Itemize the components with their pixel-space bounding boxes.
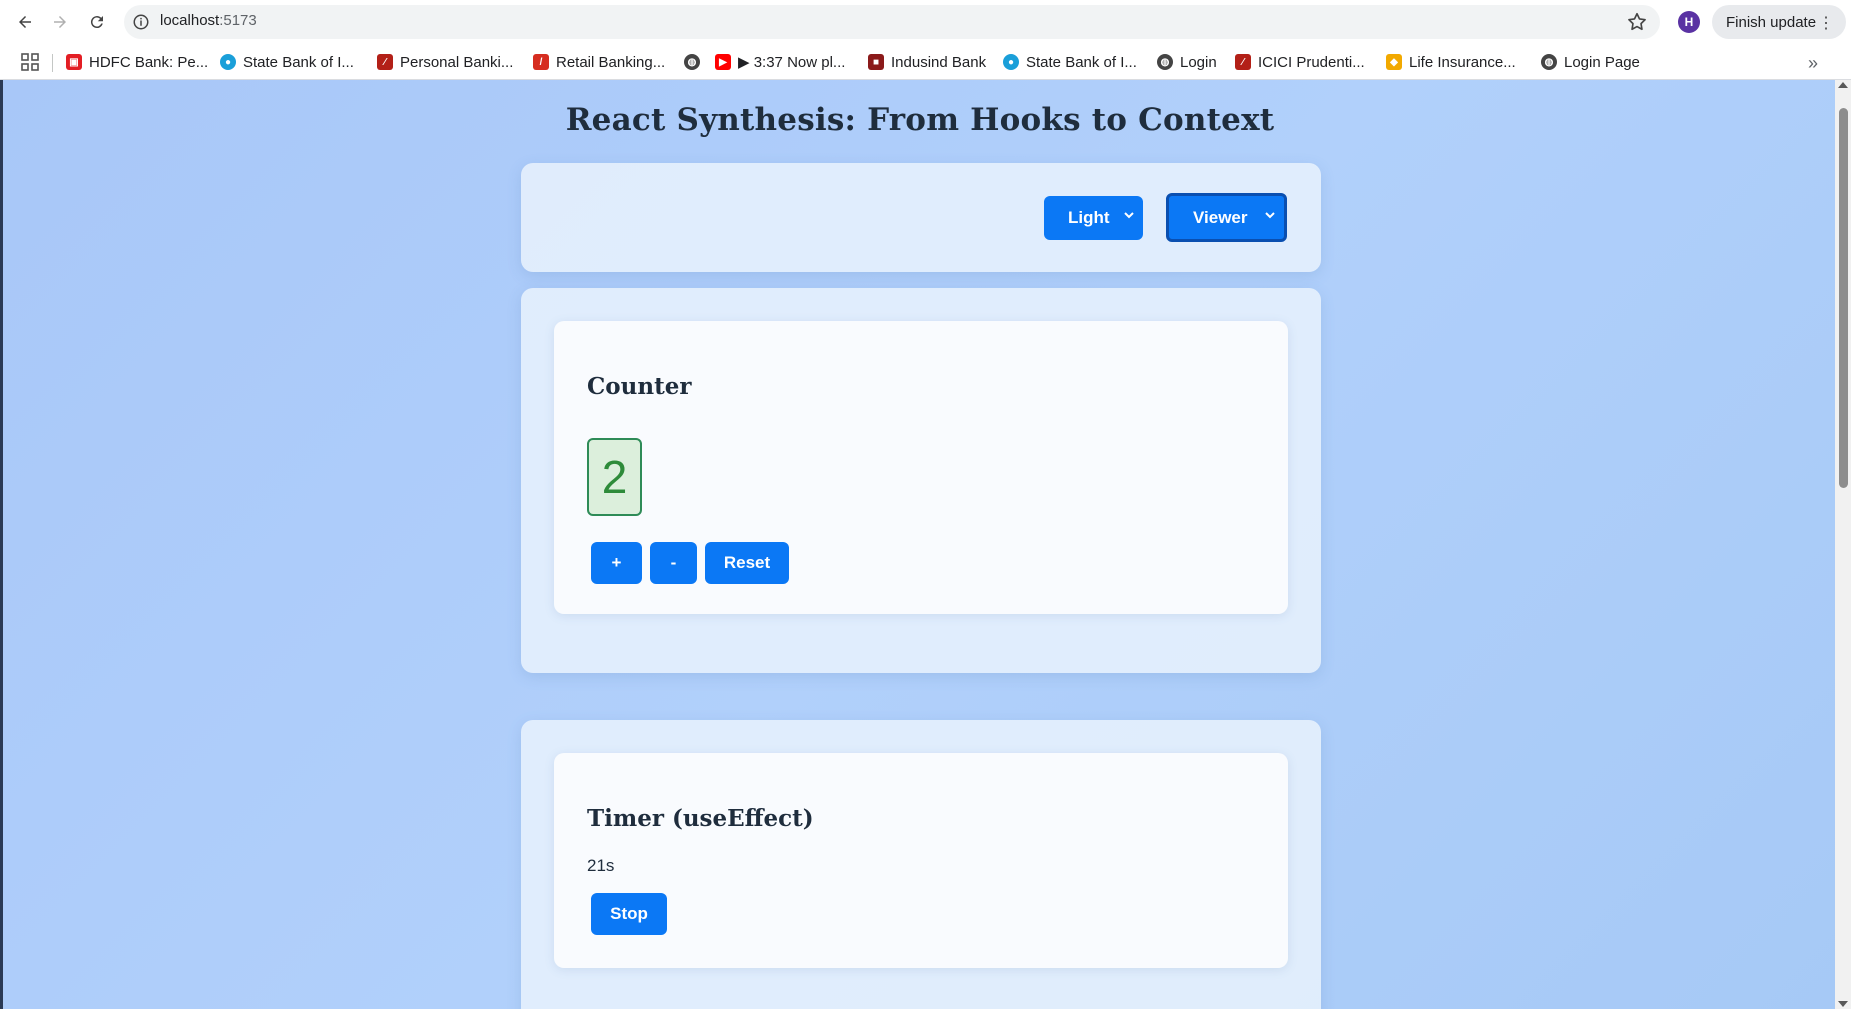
globe-icon: ◍ (1541, 54, 1557, 70)
back-arrow-icon (19, 16, 31, 28)
stop-button[interactable]: Stop (591, 893, 667, 935)
bookmark-label: ▶ 3:37 Now pl... (738, 54, 846, 71)
bookmark-label: HDFC Bank: Pe... (89, 53, 209, 71)
bookmarks-separator (52, 54, 53, 72)
browser-toolbar: localhost:5173 H Finish update ⋮ (0, 0, 1851, 44)
bookmark-item[interactable]: / Retail Banking... (533, 51, 665, 73)
theme-select[interactable]: Light (1044, 196, 1143, 240)
decrement-button[interactable]: - (650, 542, 697, 584)
counter-title: Counter (587, 373, 692, 400)
profile-avatar[interactable]: H (1678, 11, 1700, 33)
lic-icon: ◆ (1386, 54, 1402, 70)
role-select-value: Viewer (1193, 207, 1248, 227)
bookmark-item[interactable]: ● State Bank of I... (1003, 51, 1137, 73)
window-edge (0, 80, 3, 1009)
indusind-icon: ■ (868, 54, 884, 70)
timer-panel: Timer (useEffect) 21s Stop (521, 720, 1321, 1009)
kebab-menu-icon: ⋮ (1818, 15, 1834, 32)
page-viewport: React Synthesis: From Hooks to Context L… (0, 80, 1851, 1009)
url-text: localhost:5173 (160, 12, 257, 29)
sbi-icon: ● (220, 54, 236, 70)
finish-update-button[interactable]: Finish update ⋮ (1712, 5, 1846, 39)
role-select[interactable]: Viewer (1166, 193, 1287, 242)
page-title: React Synthesis: From Hooks to Context (565, 102, 1275, 138)
bookmark-item[interactable]: ▣ HDFC Bank: Pe... (66, 51, 208, 73)
slash-icon: / (533, 54, 549, 70)
bookmark-item[interactable]: ◍ Login Page (1541, 51, 1640, 73)
bookmark-label: Personal Banki... (400, 53, 514, 71)
increment-button[interactable]: + (591, 542, 642, 584)
theme-select-value: Light (1068, 208, 1110, 227)
globe-icon: ◍ (1157, 54, 1173, 70)
back-button[interactable] (13, 10, 37, 34)
bookmark-label: Login (1180, 53, 1217, 71)
bookmark-label: ICICI Prudenti... (1258, 53, 1365, 71)
youtube-icon: ▶ (715, 54, 731, 70)
bookmark-item[interactable]: ◍ (684, 51, 707, 73)
url-host: localhost (160, 12, 220, 29)
counter-value: 2 (587, 438, 642, 516)
icici-icon: ⁄ (377, 54, 393, 70)
finish-update-label: Finish update (1726, 13, 1817, 31)
counter-panel: Counter 2 + - Reset (521, 288, 1321, 673)
forward-arrow-icon (54, 16, 66, 28)
counter-card: Counter 2 + - Reset (554, 321, 1288, 614)
url-port: :5173 (219, 12, 257, 29)
bookmark-label: Login Page (1564, 53, 1640, 71)
page-scrollbar[interactable] (1835, 80, 1851, 1009)
bookmark-item[interactable]: ⁄ Personal Banki... (377, 51, 513, 73)
controls-panel: Light Viewer (521, 163, 1321, 272)
bookmark-label: Retail Banking... (556, 53, 666, 71)
bookmarks-bar: ▣ HDFC Bank: Pe... ● State Bank of I... ⁄ Per… (0, 44, 1851, 80)
bookmark-label: State Bank of I... (243, 53, 354, 71)
forward-button[interactable] (48, 10, 72, 34)
scroll-down-icon[interactable] (1838, 1001, 1848, 1007)
more-bookmarks-icon[interactable]: » (1808, 53, 1818, 74)
bookmark-label: Life Insurance... (1409, 53, 1516, 71)
bookmark-item[interactable]: ■ Indusind Bank (868, 51, 986, 73)
bookmark-star-icon[interactable] (1626, 11, 1648, 33)
globe-icon: ◍ (684, 54, 700, 70)
reload-button[interactable] (85, 10, 109, 34)
bookmark-item[interactable]: ◍ Login (1157, 51, 1217, 73)
scroll-up-icon[interactable] (1838, 82, 1848, 88)
bookmark-item[interactable]: ▶ ▶ 3:37 Now pl... (715, 51, 845, 73)
apps-grid-icon[interactable] (20, 52, 40, 72)
timer-title: Timer (useEffect) (587, 805, 814, 832)
reset-button[interactable]: Reset (705, 542, 789, 584)
bookmark-label: State Bank of I... (1026, 53, 1137, 71)
scroll-thumb[interactable] (1839, 108, 1848, 488)
site-info-icon[interactable] (132, 13, 150, 31)
timer-elapsed: 21s (587, 856, 615, 875)
address-bar[interactable] (124, 5, 1660, 39)
sbi-icon: ● (1003, 54, 1019, 70)
hdfc-icon: ▣ (66, 54, 82, 70)
bookmark-item[interactable]: ◆ Life Insurance... (1386, 51, 1516, 73)
chevron-down-icon (1265, 212, 1275, 219)
bookmark-item[interactable]: ● State Bank of I... (220, 51, 354, 73)
icici-icon: ⁄ (1235, 54, 1251, 70)
reload-icon (90, 16, 103, 29)
bookmark-item[interactable]: ⁄ ICICI Prudenti... (1235, 51, 1365, 73)
chevron-down-icon (1124, 212, 1134, 219)
timer-card: Timer (useEffect) 21s Stop (554, 753, 1288, 968)
bookmark-label: Indusind Bank (891, 53, 987, 71)
